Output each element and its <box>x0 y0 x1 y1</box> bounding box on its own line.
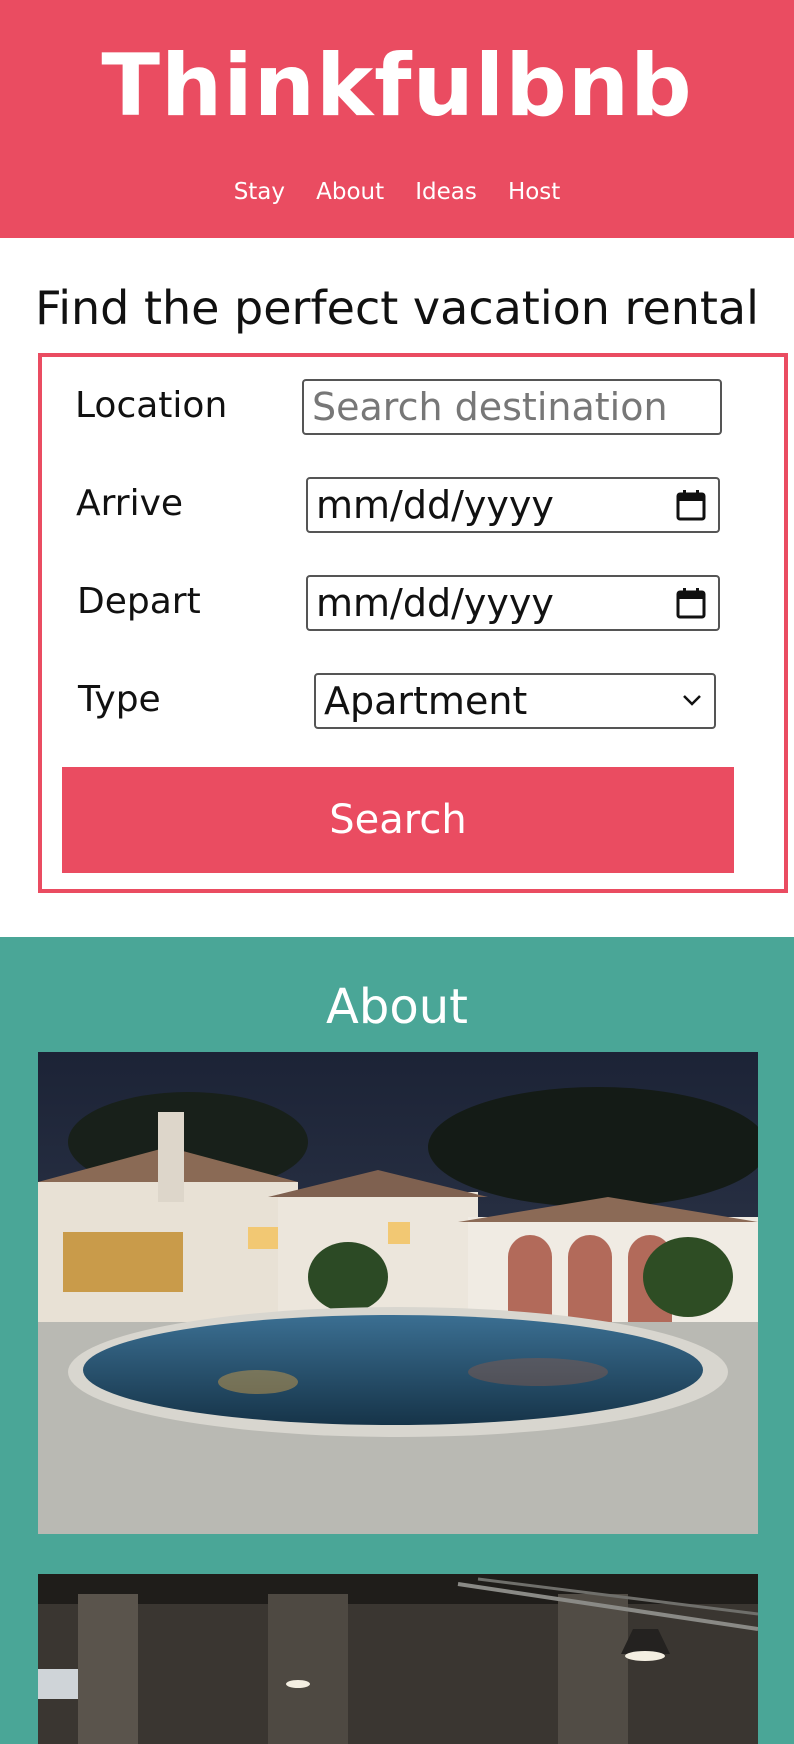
arrive-row: Arrive mm/dd/yyyy <box>42 477 784 535</box>
type-select[interactable]: Apartment <box>314 673 716 729</box>
arrive-date-input[interactable]: mm/dd/yyyy <box>306 477 720 533</box>
depart-date-input[interactable]: mm/dd/yyyy <box>306 575 720 631</box>
about-title: About <box>326 979 468 1035</box>
nav-link-about[interactable]: About <box>316 179 384 205</box>
depart-row: Depart mm/dd/yyyy <box>42 575 784 633</box>
nav-link-ideas[interactable]: Ideas <box>415 179 477 205</box>
location-input[interactable]: Search destination <box>302 379 722 435</box>
type-select-value: Apartment <box>324 679 528 723</box>
location-label: Location <box>75 385 228 426</box>
search-button[interactable]: Search <box>62 767 734 873</box>
about-section: About <box>0 937 794 1744</box>
nav-link-host[interactable]: Host <box>508 179 560 205</box>
type-row: Type Apartment <box>42 673 784 731</box>
brand-logo[interactable]: Thinkfulbnb <box>0 36 794 136</box>
location-row: Location Search destination <box>42 379 784 437</box>
calendar-icon[interactable] <box>676 489 706 521</box>
villa-pool-photo <box>38 1052 758 1534</box>
interior-photo <box>38 1574 758 1744</box>
search-form: Location Search destination Arrive mm/dd… <box>38 353 788 893</box>
depart-date-value: mm/dd/yyyy <box>316 581 554 625</box>
arrive-date-value: mm/dd/yyyy <box>316 483 554 527</box>
arrive-label: Arrive <box>76 483 184 524</box>
calendar-icon[interactable] <box>676 587 706 619</box>
site-header: Thinkfulbnb Stay About Ideas Host <box>0 0 794 238</box>
depart-label: Depart <box>77 581 201 622</box>
main-nav: Stay About Ideas Host <box>0 175 794 209</box>
type-label: Type <box>78 679 161 720</box>
chevron-down-icon <box>683 695 701 706</box>
nav-link-stay[interactable]: Stay <box>234 179 285 205</box>
search-title: Find the perfect vacation rental <box>35 281 759 335</box>
